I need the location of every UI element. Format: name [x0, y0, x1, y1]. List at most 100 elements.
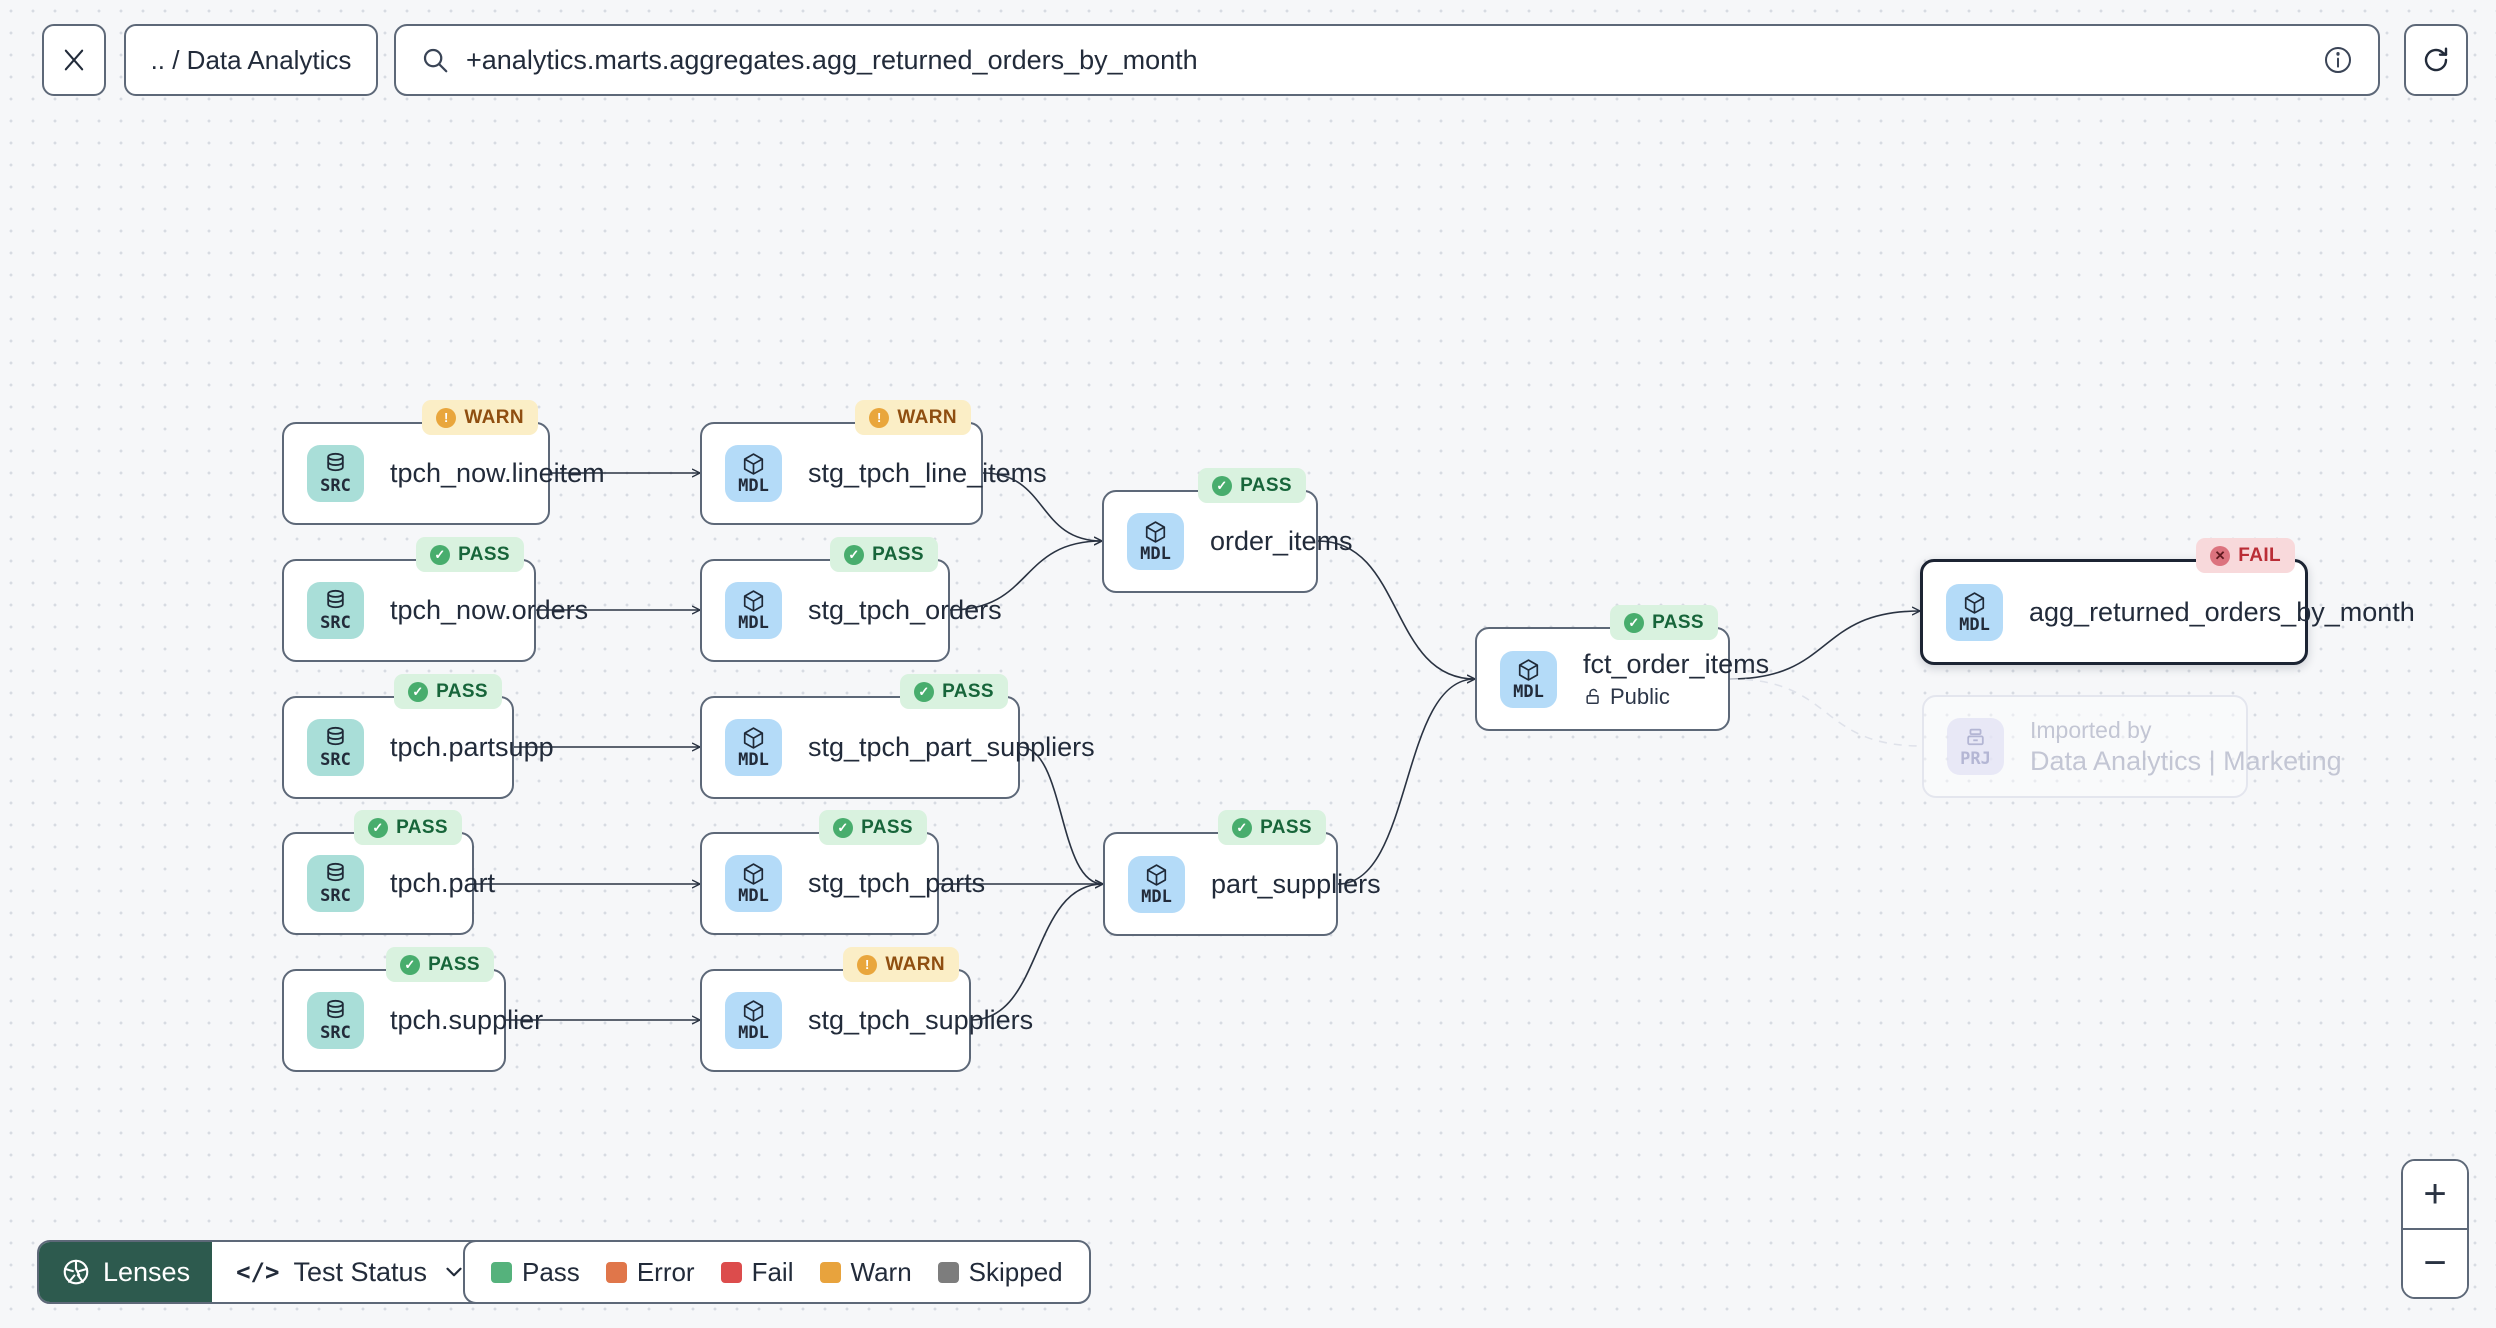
status-badge: ! WARN — [843, 947, 959, 982]
graph-node-stg_tpch_orders[interactable]: ✓ PASS MDL stg_tpch_orders — [700, 537, 1002, 662]
mdl-badge: MDL — [1500, 650, 1557, 708]
lenses-label: Lenses — [103, 1256, 191, 1287]
zoom-control: + − — [2401, 1159, 2469, 1299]
status-pass-icon: ✓ — [368, 817, 389, 838]
status-badge: ✓ PASS — [1198, 468, 1306, 503]
test-status-legend: Pass Error Fail Warn Skipped — [463, 1240, 1091, 1304]
graph-node-tpch_now_orders[interactable]: ✓ PASS SRC tpch_now.orders — [282, 537, 588, 662]
refresh-button[interactable] — [2404, 24, 2468, 96]
legend-label: Fail — [751, 1256, 794, 1287]
status-label: FAIL — [2238, 544, 2281, 566]
graph-node-agg_returned_orders_by_month[interactable]: ✕ FAIL MDL agg_returned_orders_by_month — [1920, 538, 2415, 665]
status-badge: ! WARN — [422, 400, 538, 435]
status-label: PASS — [942, 680, 994, 702]
legend-item-warn: Warn — [819, 1256, 912, 1288]
node-access-label: Public — [1610, 683, 1670, 709]
kind-label: SRC — [320, 1023, 351, 1044]
database-icon — [322, 861, 349, 888]
status-label: PASS — [1240, 474, 1292, 496]
status-badge: ✓ PASS — [354, 810, 462, 845]
kind-label: SRC — [320, 886, 351, 907]
graph-node-order_items[interactable]: ✓ PASS MDL order_items — [1102, 468, 1353, 593]
prj-badge: PRJ — [1947, 718, 2004, 775]
node-label: tpch_now.orders — [390, 595, 589, 625]
search-icon — [420, 45, 450, 75]
graph-node-stg_tpch_suppliers[interactable]: ! WARN MDL stg_tpch_suppliers — [700, 947, 1033, 1072]
code-icon: </> — [236, 1258, 280, 1286]
status-label: PASS — [458, 543, 510, 565]
node-label: tpch.supplier — [390, 1005, 544, 1035]
cube-icon — [1142, 519, 1169, 546]
status-pass-icon: ✓ — [833, 817, 854, 838]
mdl-badge: MDL — [1128, 855, 1185, 913]
status-pass-icon: ✓ — [1624, 612, 1645, 633]
src-badge: SRC — [307, 992, 364, 1049]
legend-label: Error — [636, 1256, 695, 1287]
graph-node-tpch_supplier[interactable]: ✓ PASS SRC tpch.supplier — [282, 947, 543, 1072]
lineage-edge — [970, 884, 1103, 1021]
node-label: stg_tpch_line_items — [808, 458, 1047, 488]
info-icon[interactable] — [2322, 44, 2354, 76]
node-label: tpch.part — [390, 868, 496, 898]
kind-label: SRC — [320, 613, 351, 634]
graph-node-stg_tpch_parts[interactable]: ✓ PASS MDL stg_tpch_parts — [700, 810, 985, 935]
cube-icon — [740, 451, 767, 478]
zoom-out-button[interactable]: − — [2403, 1230, 2467, 1297]
status-warn-icon: ! — [436, 407, 457, 428]
graph-node-tpch_partsupp[interactable]: ✓ PASS SRC tpch.partsupp — [282, 674, 554, 799]
status-label: PASS — [861, 816, 913, 838]
status-warn-icon: ! — [857, 954, 878, 975]
kind-label: PRJ — [1960, 749, 1991, 770]
node-access: Public — [1583, 684, 1769, 710]
status-label: PASS — [428, 953, 480, 975]
node-label: part_suppliers — [1211, 868, 1381, 899]
status-pass-icon: ✓ — [430, 544, 451, 565]
graph-node-tpch_part[interactable]: ✓ PASS SRC tpch.part — [282, 810, 495, 935]
kind-label: MDL — [1140, 544, 1171, 565]
status-badge: ✓ PASS — [394, 674, 502, 709]
status-label: PASS — [436, 680, 488, 702]
close-button[interactable] — [42, 24, 106, 96]
database-icon — [322, 588, 349, 615]
status-pass-icon: ✓ — [408, 681, 429, 702]
status-pass-icon: ✓ — [400, 954, 421, 975]
src-badge: SRC — [307, 445, 364, 502]
zoom-in-button[interactable]: + — [2403, 1161, 2467, 1230]
graph-node-imported_project[interactable]: PRJ Imported by Data Analytics | Marketing — [1922, 695, 2342, 798]
status-label: PASS — [872, 543, 924, 565]
kind-label: SRC — [320, 476, 351, 497]
kind-label: MDL — [738, 613, 769, 634]
cube-icon — [740, 998, 767, 1025]
status-badge: ✓ PASS — [900, 674, 1008, 709]
status-badge: ! WARN — [855, 400, 971, 435]
kind-label: SRC — [320, 750, 351, 771]
graph-node-tpch_now_lineitem[interactable]: ! WARN SRC tpch_now.lineitem — [282, 400, 605, 525]
graph-node-fct_order_items[interactable]: ✓ PASS MDL fct_order_items Public — [1475, 605, 1769, 731]
status-pass-icon: ✓ — [1212, 475, 1233, 496]
legend-item-fail: Fail — [720, 1256, 794, 1288]
graph-node-stg_tpch_part_suppliers[interactable]: ✓ PASS MDL stg_tpch_part_suppliers — [700, 674, 1095, 799]
legend-item-pass: Pass — [491, 1257, 580, 1288]
node-label: stg_tpch_orders — [808, 595, 1002, 625]
lens-selector[interactable]: </> Test Status — [212, 1242, 492, 1302]
close-icon — [60, 46, 88, 74]
cube-icon — [740, 588, 767, 615]
status-badge: ✓ PASS — [1218, 810, 1326, 845]
node-text: fct_order_items Public — [1583, 649, 1769, 710]
graph-node-stg_tpch_line_items[interactable]: ! WARN MDL stg_tpch_line_items — [700, 400, 1047, 525]
cube-icon — [740, 861, 767, 888]
graph-node-part_suppliers[interactable]: ✓ PASS MDL part_suppliers — [1103, 810, 1381, 936]
legend-label: Warn — [850, 1256, 912, 1287]
lenses-button[interactable]: Lenses — [39, 1242, 213, 1302]
breadcrumb[interactable]: .. / Data Analytics — [124, 24, 378, 96]
search-input[interactable] — [466, 44, 2306, 76]
aperture-icon — [61, 1257, 91, 1287]
kind-label: MDL — [1959, 614, 1990, 635]
status-warn-icon: ! — [869, 407, 890, 428]
cube-icon — [1143, 862, 1170, 889]
status-badge: ✓ PASS — [1610, 605, 1718, 640]
lens-selector-label: Test Status — [293, 1256, 428, 1287]
mdl-badge: MDL — [1946, 583, 2003, 641]
status-fail-icon: ✕ — [2210, 545, 2231, 566]
status-label: WARN — [885, 953, 945, 975]
